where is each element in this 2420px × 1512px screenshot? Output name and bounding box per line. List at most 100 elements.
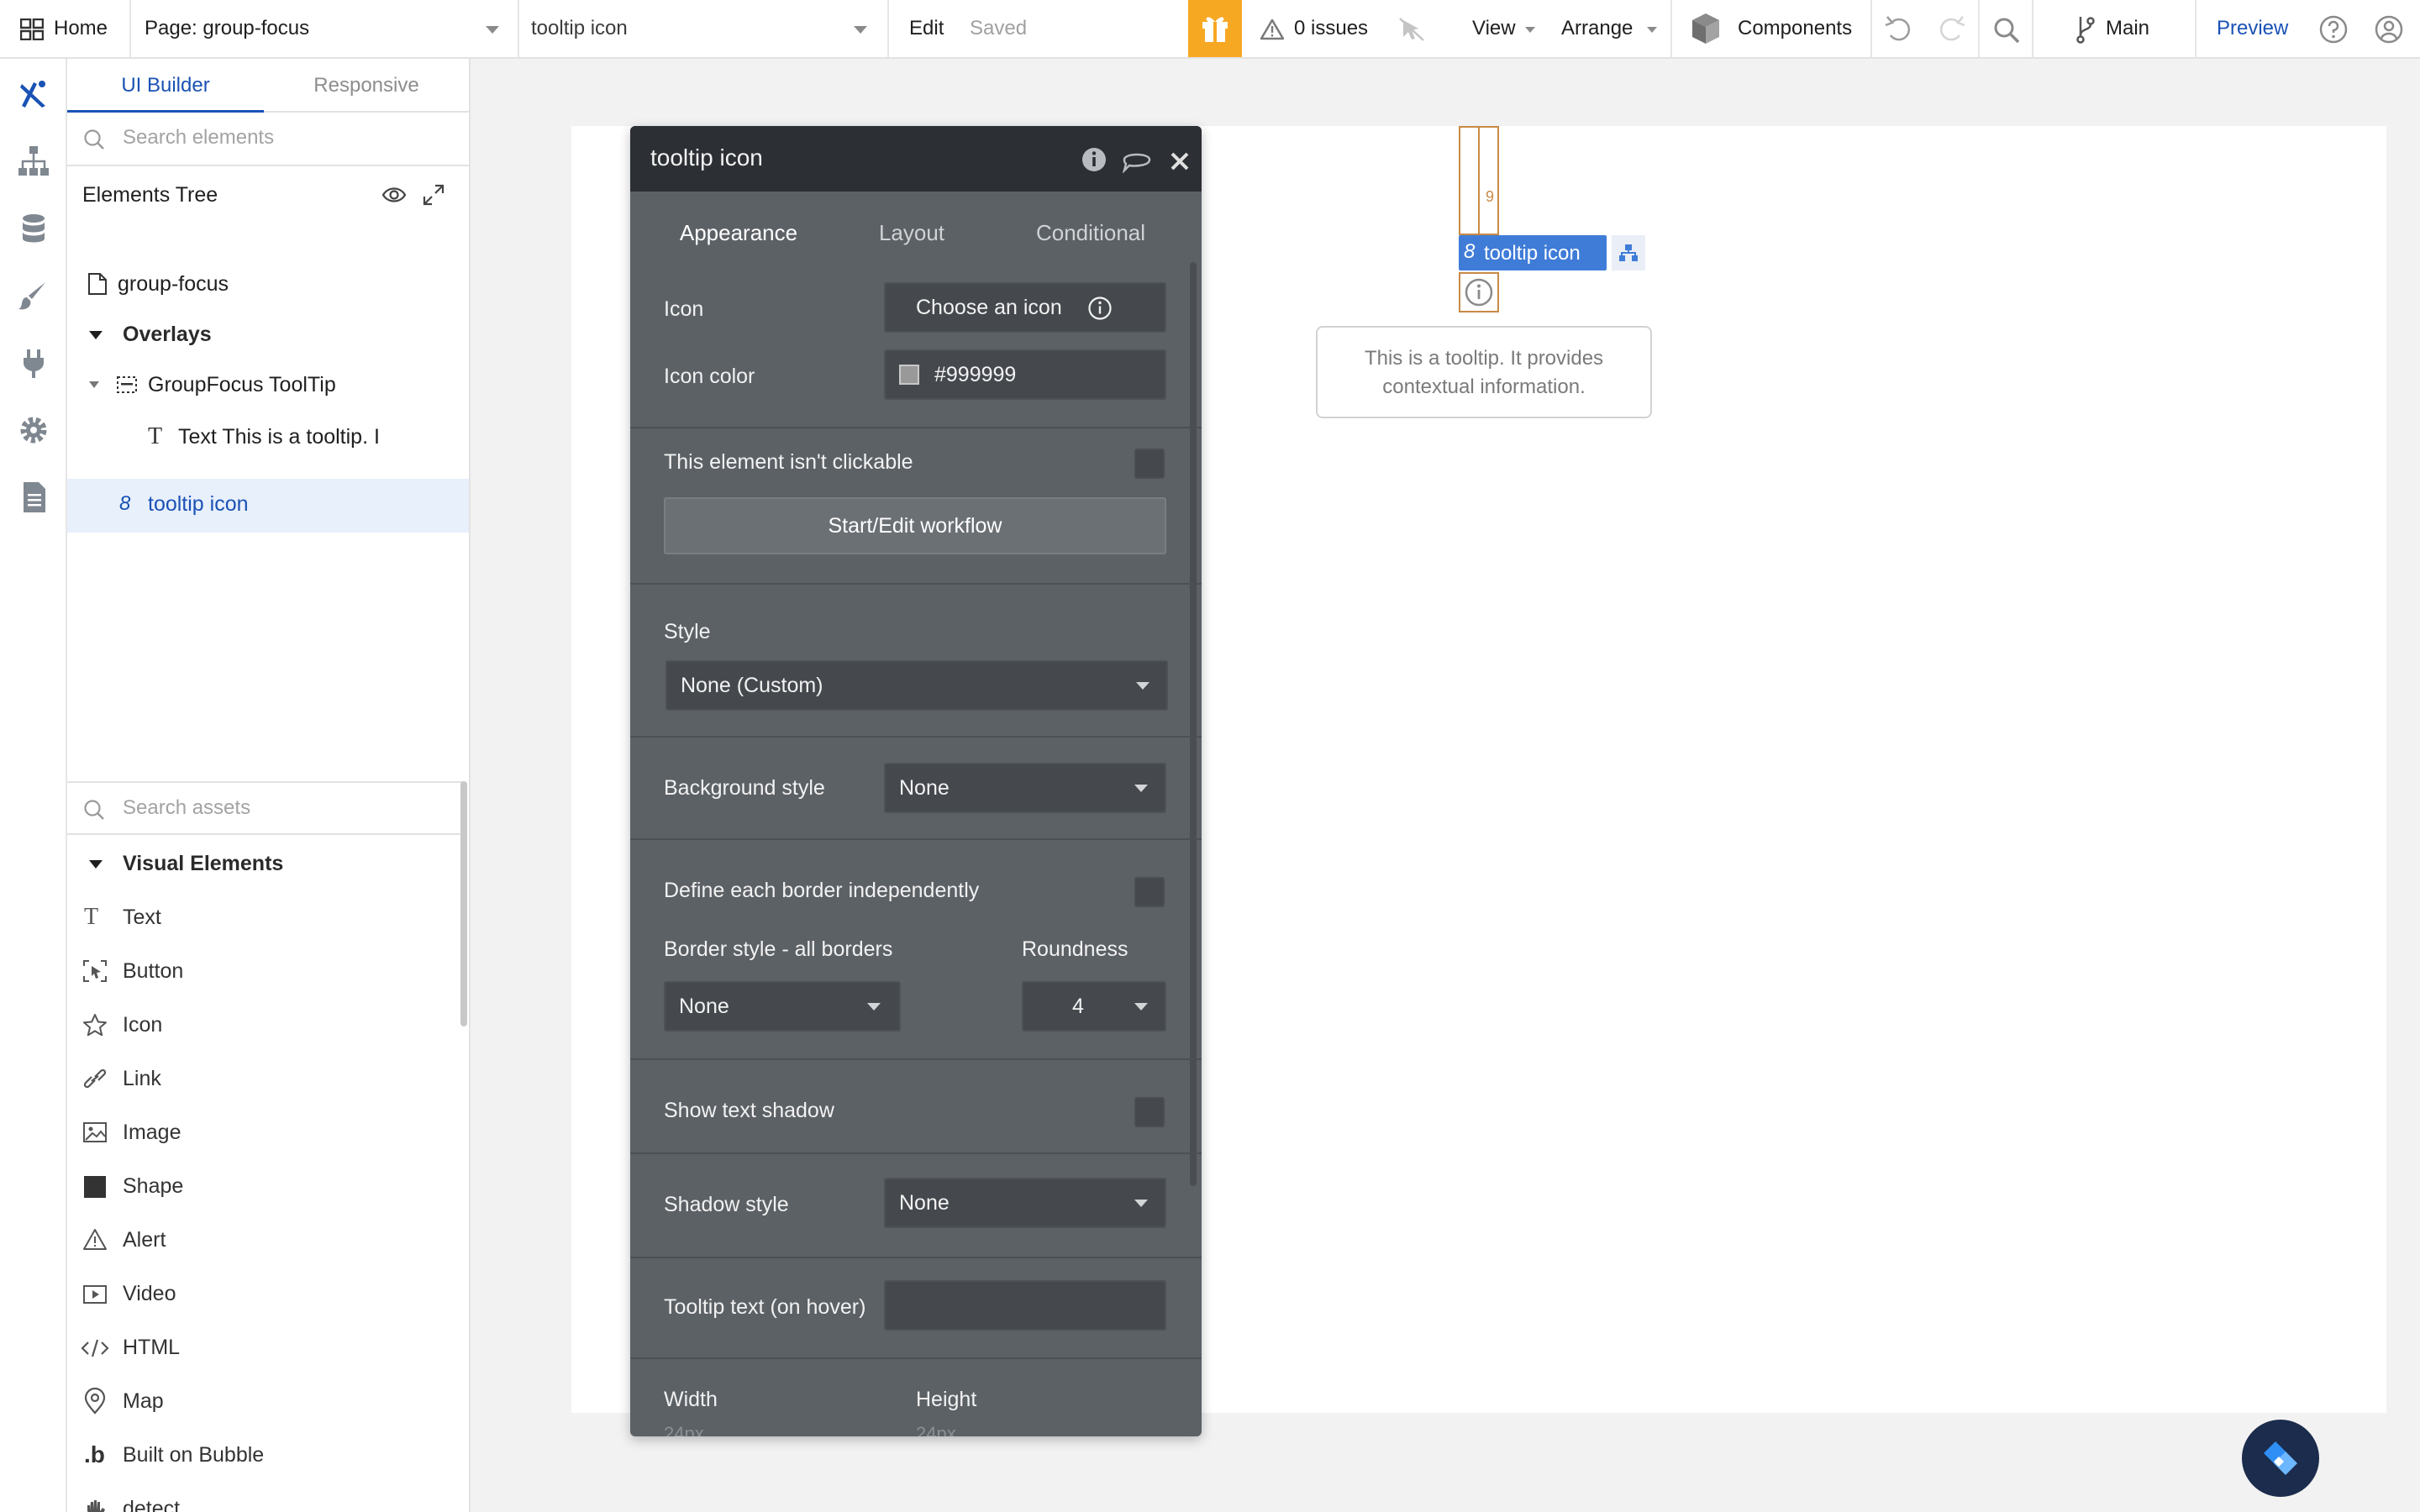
undo-icon[interactable] (1884, 15, 1914, 44)
tree-item-text[interactable]: T Text This is a tooltip. I (67, 412, 469, 462)
asset-label: Image (123, 1121, 182, 1144)
comment-icon[interactable] (1121, 148, 1153, 173)
settings-gear-icon[interactable] (17, 413, 50, 447)
arrange-menu[interactable]: Arrange (1561, 0, 1633, 57)
workflow-button-label: Start/Edit workflow (828, 514, 1002, 538)
info-icon[interactable] (1081, 146, 1107, 173)
branch-selector[interactable]: Main (2075, 0, 2176, 57)
database-tab-icon[interactable] (17, 212, 50, 245)
property-editor[interactable]: tooltip icon Appearance Layout Condition… (630, 126, 1202, 1436)
asset-item-alert[interactable]: Alert (67, 1215, 469, 1265)
asset-item-image[interactable]: Image (67, 1107, 469, 1158)
gift-button[interactable] (1188, 0, 1242, 57)
view-menu[interactable]: View (1472, 0, 1516, 57)
edit-menu[interactable]: Edit (909, 0, 944, 57)
tab-conditional[interactable]: Conditional (998, 203, 1183, 262)
tooltip-icon-element[interactable] (1459, 272, 1499, 312)
page-selector[interactable]: Page: group-focus (131, 0, 518, 57)
asset-item-icon[interactable]: Icon (67, 1000, 469, 1050)
tab-ui-builder[interactable]: UI Builder (67, 59, 264, 113)
tab-layout[interactable]: Layout (825, 203, 998, 262)
logs-document-icon[interactable] (17, 480, 50, 514)
workflow-tab-icon[interactable] (17, 144, 50, 178)
asset-item-html[interactable]: HTML (67, 1322, 469, 1373)
bubble-icon-glyph: 8 (119, 492, 131, 515)
redo-icon[interactable] (1936, 15, 1966, 44)
search-assets-input[interactable]: Search assets (67, 781, 462, 835)
bubble-icon-glyph: 8 (1464, 240, 1476, 263)
bubble-assistant-button[interactable] (2242, 1420, 2319, 1497)
user-avatar-icon[interactable] (2375, 15, 2403, 44)
asset-item-map[interactable]: Map (67, 1376, 469, 1426)
warning-icon (1260, 18, 1284, 40)
chevron-down-icon (854, 26, 867, 34)
eye-icon[interactable] (381, 185, 407, 205)
map-pin-icon (84, 1388, 106, 1415)
choose-icon-button[interactable]: Choose an icon (884, 282, 1166, 333)
asset-label: Icon (123, 1013, 163, 1037)
editor-scrollbar[interactable] (1190, 262, 1197, 1186)
preview-link[interactable]: Preview (2217, 0, 2288, 57)
background-style-dropdown[interactable]: None (884, 763, 1166, 813)
star-icon (83, 1014, 107, 1037)
caret-down-icon (89, 331, 103, 339)
style-dropdown[interactable]: None (Custom) (666, 660, 1168, 711)
tree-item-page[interactable]: group-focus (67, 259, 469, 309)
asset-item-built-on-bubble[interactable]: .b Built on Bubble (67, 1430, 469, 1480)
asset-item-video[interactable]: Video (67, 1268, 469, 1319)
expand-icon[interactable] (422, 183, 445, 207)
design-tab-icon[interactable] (17, 77, 50, 111)
icon-label: Icon (664, 297, 704, 321)
height-value: 24px (916, 1423, 956, 1436)
tab-appearance[interactable]: Appearance (652, 203, 825, 262)
asset-item-link[interactable]: Link (67, 1053, 469, 1104)
inspect-cursor-icon[interactable] (1398, 17, 1427, 42)
element-selector[interactable]: tooltip icon (519, 0, 887, 57)
home-button[interactable]: Home (15, 0, 124, 57)
border-independent-checkbox[interactable] (1134, 877, 1165, 907)
border-independent-label: Define each border independently (664, 879, 980, 902)
asset-item-shape[interactable]: Shape (67, 1161, 469, 1211)
search-elements-input[interactable]: Search elements (67, 113, 469, 166)
help-icon[interactable] (2319, 15, 2348, 44)
styles-brush-icon[interactable] (17, 279, 50, 312)
shadow-style-dropdown[interactable]: None (884, 1178, 1166, 1228)
asset-label: HTML (123, 1336, 181, 1359)
selected-element-tag[interactable]: 8 tooltip icon (1459, 235, 1607, 270)
color-swatch[interactable] (899, 365, 919, 385)
visual-elements-header[interactable]: Visual Elements (67, 838, 454, 889)
tab-responsive[interactable]: Responsive (264, 59, 469, 113)
components-button[interactable]: Components (1689, 0, 1865, 57)
tree-item-groupfocus[interactable]: GroupFocus ToolTip (67, 360, 469, 410)
style-label: Style (664, 620, 711, 643)
roundness-dropdown[interactable]: 4 (1022, 981, 1166, 1032)
plugins-plug-icon[interactable] (17, 346, 50, 380)
text-type-icon: T (84, 904, 99, 930)
close-icon[interactable] (1170, 151, 1190, 171)
tree-item-selected-row[interactable]: 8 tooltip icon (67, 479, 469, 533)
text-shadow-checkbox[interactable] (1134, 1097, 1165, 1127)
not-clickable-checkbox[interactable] (1134, 449, 1165, 479)
roundness-value: 4 (1072, 995, 1084, 1018)
asset-item-detect[interactable]: detect (67, 1483, 469, 1512)
chevron-down-icon (486, 26, 499, 34)
asset-item-text[interactable]: T Text (67, 892, 469, 942)
border-style-dropdown[interactable]: None (664, 981, 901, 1032)
left-rail (0, 59, 67, 1512)
left-panel: UI Builder Responsive Search elements El… (67, 59, 471, 1512)
saved-status: Saved (970, 17, 1028, 39)
asset-item-button[interactable]: Button (67, 946, 469, 996)
element-hierarchy-button[interactable] (1612, 235, 1645, 270)
tab-appearance-label: Appearance (679, 220, 798, 245)
start-edit-workflow-button[interactable]: Start/Edit workflow (664, 497, 1166, 554)
tree-text-label: Text This is a tooltip. I (178, 425, 380, 449)
tooltip-text-input[interactable] (884, 1280, 1166, 1331)
tree-item-overlays[interactable]: Overlays (67, 309, 469, 360)
icon-color-field[interactable]: #999999 (884, 349, 1166, 400)
property-editor-header[interactable]: tooltip icon (630, 126, 1202, 192)
group-focus-icon (117, 376, 137, 393)
asset-label: Text (123, 906, 161, 929)
tooltip-popup: This is a tooltip. It provides contextua… (1316, 326, 1652, 418)
search-icon[interactable] (1993, 17, 2020, 44)
issues-button[interactable]: 0 issues (1260, 0, 1378, 57)
